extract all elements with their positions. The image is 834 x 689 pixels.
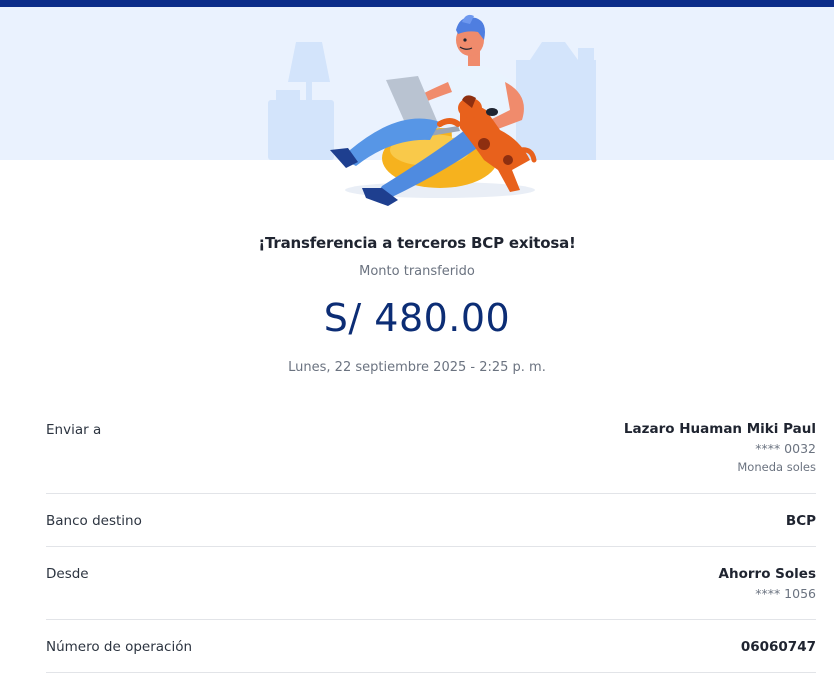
operation-number: 06060747 — [740, 639, 816, 655]
source-account-name: Ahorro Soles — [718, 566, 816, 582]
detail-row-recipient: Enviar a Lazaro Huaman Miki Paul **** 00… — [46, 408, 816, 494]
recipient-currency: Moneda soles — [737, 460, 816, 474]
detail-row-operation: Número de operación 06060747 — [46, 620, 816, 673]
detail-row-bank: Banco destino BCP — [46, 494, 816, 547]
bank-value: BCP — [786, 513, 816, 529]
transfer-datetime: Lunes, 22 septiembre 2025 - 2:25 p. m. — [288, 360, 546, 375]
amount-label: Monto transferido — [359, 264, 475, 279]
bank-name: BCP — [785, 513, 816, 529]
recipient-value: Lazaro Huaman Miki Paul **** 0032 Moneda… — [624, 421, 816, 474]
hero-illustration — [268, 14, 596, 206]
transfer-details: Enviar a Lazaro Huaman Miki Paul **** 00… — [46, 408, 816, 673]
detail-row-source: Desde Ahorro Soles **** 1056 — [46, 547, 816, 620]
bank-label: Banco destino — [46, 513, 142, 529]
operation-label: Número de operación — [46, 639, 193, 655]
recipient-label: Enviar a — [46, 422, 102, 438]
transfer-amount: S/ 480.00 — [323, 296, 511, 340]
source-account-number: **** 1056 — [755, 586, 816, 601]
recipient-name: Lazaro Huaman Miki Paul — [623, 421, 816, 437]
operation-value: 06060747 — [741, 639, 816, 655]
recipient-account: **** 0032 — [755, 441, 816, 456]
source-value: Ahorro Soles **** 1056 — [719, 566, 816, 601]
success-title: ¡Transferencia a terceros BCP exitosa! — [258, 234, 576, 252]
source-label: Desde — [46, 566, 89, 582]
